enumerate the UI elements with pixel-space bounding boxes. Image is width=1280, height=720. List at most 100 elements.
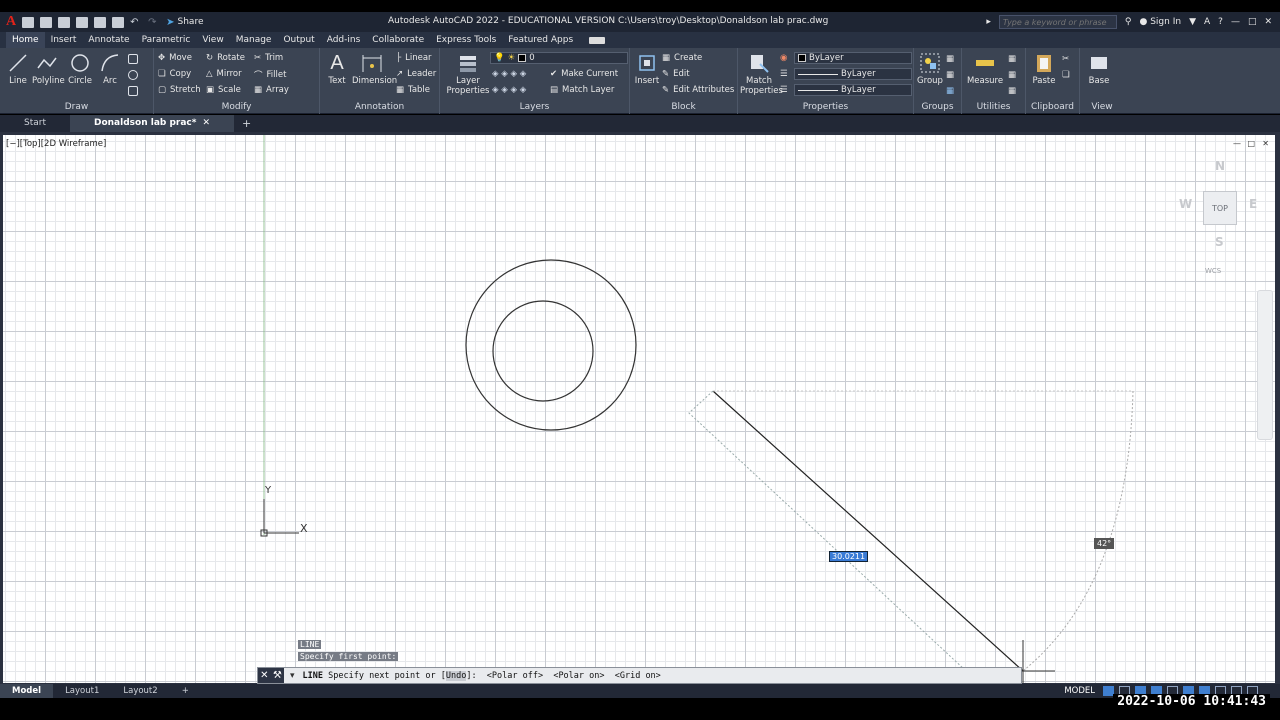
save-icon[interactable] bbox=[58, 16, 71, 28]
tab-collaborate[interactable]: Collaborate bbox=[366, 32, 430, 48]
measure-button[interactable]: Measure bbox=[966, 52, 1004, 86]
search-icon[interactable]: ⚲ bbox=[1125, 17, 1132, 27]
wcs-menu[interactable]: WCS bbox=[1205, 267, 1221, 275]
share-button[interactable]: ➤ Share bbox=[166, 17, 203, 28]
annotation-panel-title[interactable]: Annotation bbox=[320, 102, 439, 112]
layer-dropdown[interactable]: 💡 ☀ 0 bbox=[490, 52, 628, 64]
trim-button[interactable]: ✂ Trim bbox=[254, 53, 283, 63]
print-icon[interactable] bbox=[112, 16, 125, 28]
help-icon[interactable]: ? bbox=[1218, 17, 1223, 27]
calculator-icon[interactable]: ▦ bbox=[1008, 86, 1016, 96]
edit-block-button[interactable]: ✎ Edit bbox=[662, 69, 690, 79]
sign-in-button[interactable]: ● Sign In bbox=[1139, 17, 1181, 27]
tab-manage[interactable]: Manage bbox=[230, 32, 278, 48]
drawing-geometry[interactable] bbox=[3, 135, 1275, 683]
open-web-icon[interactable] bbox=[94, 16, 107, 28]
group-select-icon[interactable]: ▦ bbox=[946, 86, 954, 96]
arc-button[interactable]: Arc bbox=[98, 52, 122, 86]
help-search-input[interactable] bbox=[998, 15, 1117, 29]
model-space-toggle[interactable]: MODEL bbox=[1061, 686, 1098, 696]
match-layer-button[interactable]: ▤ Match Layer bbox=[550, 85, 614, 95]
color-dropdown[interactable]: ByLayer bbox=[794, 52, 912, 64]
table-button[interactable]: ▦ Table bbox=[396, 85, 430, 95]
create-block-button[interactable]: ▦ Create bbox=[662, 53, 702, 63]
layers-panel-title[interactable]: Layers bbox=[440, 102, 629, 112]
close-icon[interactable]: ✕ bbox=[1264, 17, 1272, 27]
ellipse-icon[interactable] bbox=[128, 70, 138, 80]
tab-express-tools[interactable]: Express Tools bbox=[430, 32, 502, 48]
tab-output[interactable]: Output bbox=[277, 32, 320, 48]
layer-properties-button[interactable]: Layer Properties bbox=[446, 52, 490, 96]
new-file-icon[interactable] bbox=[22, 16, 35, 28]
utilities-panel-title[interactable]: Utilities bbox=[962, 102, 1025, 112]
viewcube-top-face[interactable]: TOP bbox=[1203, 191, 1237, 225]
minimize-icon[interactable]: — bbox=[1231, 17, 1240, 27]
drawing-canvas[interactable]: [−][Top][2D Wireframe] — □ ✕ X Y 30.0211… bbox=[3, 135, 1275, 683]
layer-tools-icons-2[interactable]: ◈ ◈ ◈ ◈ bbox=[492, 85, 526, 95]
insert-button[interactable]: Insert bbox=[634, 52, 660, 86]
drawing-tab[interactable]: Donaldson lab prac* ✕ bbox=[70, 115, 235, 132]
viewcube-south[interactable]: S bbox=[1215, 235, 1224, 249]
rotate-button[interactable]: ↻ Rotate bbox=[206, 53, 245, 63]
undo-option[interactable]: Undo bbox=[445, 670, 467, 681]
tab-insert[interactable]: Insert bbox=[45, 32, 83, 48]
new-tab-icon[interactable]: + bbox=[242, 117, 251, 130]
block-panel-title[interactable]: Block bbox=[630, 102, 737, 112]
command-close-icon[interactable]: ✕ bbox=[260, 670, 268, 681]
lineweight-dropdown[interactable]: ByLayer bbox=[794, 84, 912, 96]
line-button[interactable]: Line bbox=[6, 52, 30, 86]
linetype-dropdown[interactable]: ByLayer bbox=[794, 68, 912, 80]
layer-tools-icons[interactable]: ◈ ◈ ◈ ◈ bbox=[492, 69, 526, 79]
undo-icon[interactable]: ↶ bbox=[130, 17, 142, 28]
properties-panel-title[interactable]: Properties bbox=[738, 102, 913, 112]
array-button[interactable]: ▦ Array bbox=[254, 85, 289, 95]
autocad-logo-icon[interactable]: A bbox=[6, 14, 16, 30]
command-line-grip[interactable]: ✕ ⚒ bbox=[258, 668, 284, 683]
search-expand-icon[interactable]: ▸ bbox=[986, 17, 991, 27]
copy-clip-icon[interactable]: ❏ bbox=[1062, 70, 1070, 80]
layout-tab-layout1[interactable]: Layout1 bbox=[53, 684, 111, 698]
color-wheel-icon[interactable]: ◉ bbox=[780, 53, 787, 63]
autodesk-app-icon[interactable]: A bbox=[1204, 17, 1210, 27]
stretch-button[interactable]: ▢ Stretch bbox=[158, 85, 201, 95]
fillet-button[interactable]: ⌒ Fillet bbox=[254, 69, 286, 81]
command-line[interactable]: ✕ ⚒ ▾ LINE Specify next point or [Undo]: … bbox=[257, 667, 1022, 684]
viewcube-east[interactable]: E bbox=[1249, 197, 1257, 211]
layout-tab-layout2[interactable]: Layout2 bbox=[111, 684, 169, 698]
dynamic-length-input[interactable]: 30.0211 bbox=[829, 551, 869, 562]
ungroup-icon[interactable]: ▦ bbox=[946, 54, 954, 64]
copy-button[interactable]: ❏ Copy bbox=[158, 69, 191, 79]
navigation-bar[interactable] bbox=[1257, 290, 1273, 440]
hatch-icon[interactable] bbox=[128, 86, 138, 96]
edit-attributes-button[interactable]: ✎ Edit Attributes bbox=[662, 85, 734, 95]
tab-parametric[interactable]: Parametric bbox=[136, 32, 197, 48]
linear-dim-button[interactable]: ├ Linear bbox=[396, 53, 432, 63]
maximize-icon[interactable]: □ bbox=[1248, 17, 1257, 27]
modify-panel-title[interactable]: Modify bbox=[154, 102, 319, 112]
tab-add-ins[interactable]: Add-ins bbox=[321, 32, 367, 48]
tab-view[interactable]: View bbox=[196, 32, 229, 48]
command-customize-icon[interactable]: ⚒ bbox=[273, 670, 282, 681]
dimension-button[interactable]: Dimension bbox=[352, 52, 397, 86]
group-button[interactable]: Group bbox=[916, 52, 944, 86]
cart-icon[interactable]: ▼ bbox=[1189, 17, 1196, 27]
polyline-button[interactable]: Polyline bbox=[32, 52, 65, 86]
paste-button[interactable]: Paste bbox=[1030, 52, 1058, 86]
cut-icon[interactable]: ✂ bbox=[1062, 54, 1069, 64]
base-view-button[interactable]: Base bbox=[1086, 52, 1112, 86]
select-all-icon[interactable]: ▦ bbox=[1008, 70, 1016, 80]
quick-select-icon[interactable]: ▦ bbox=[1008, 54, 1016, 64]
group-edit-icon[interactable]: ▦ bbox=[946, 70, 954, 80]
save-as-icon[interactable] bbox=[76, 16, 89, 28]
text-button[interactable]: A Text bbox=[326, 52, 348, 86]
circle-button[interactable]: Circle bbox=[66, 52, 94, 86]
leader-button[interactable]: ↗ Leader bbox=[396, 69, 436, 79]
redo-icon[interactable]: ↷ bbox=[148, 17, 160, 28]
groups-panel-title[interactable]: Groups bbox=[914, 102, 961, 112]
rectangle-icon[interactable] bbox=[128, 54, 138, 64]
viewcube[interactable]: N W E S TOP WCS bbox=[1175, 155, 1275, 275]
tab-featured-apps[interactable]: Featured Apps bbox=[502, 32, 579, 48]
viewcube-west[interactable]: W bbox=[1179, 197, 1192, 211]
viewcube-north[interactable]: N bbox=[1215, 159, 1225, 173]
match-properties-button[interactable]: Match Properties bbox=[740, 52, 783, 96]
